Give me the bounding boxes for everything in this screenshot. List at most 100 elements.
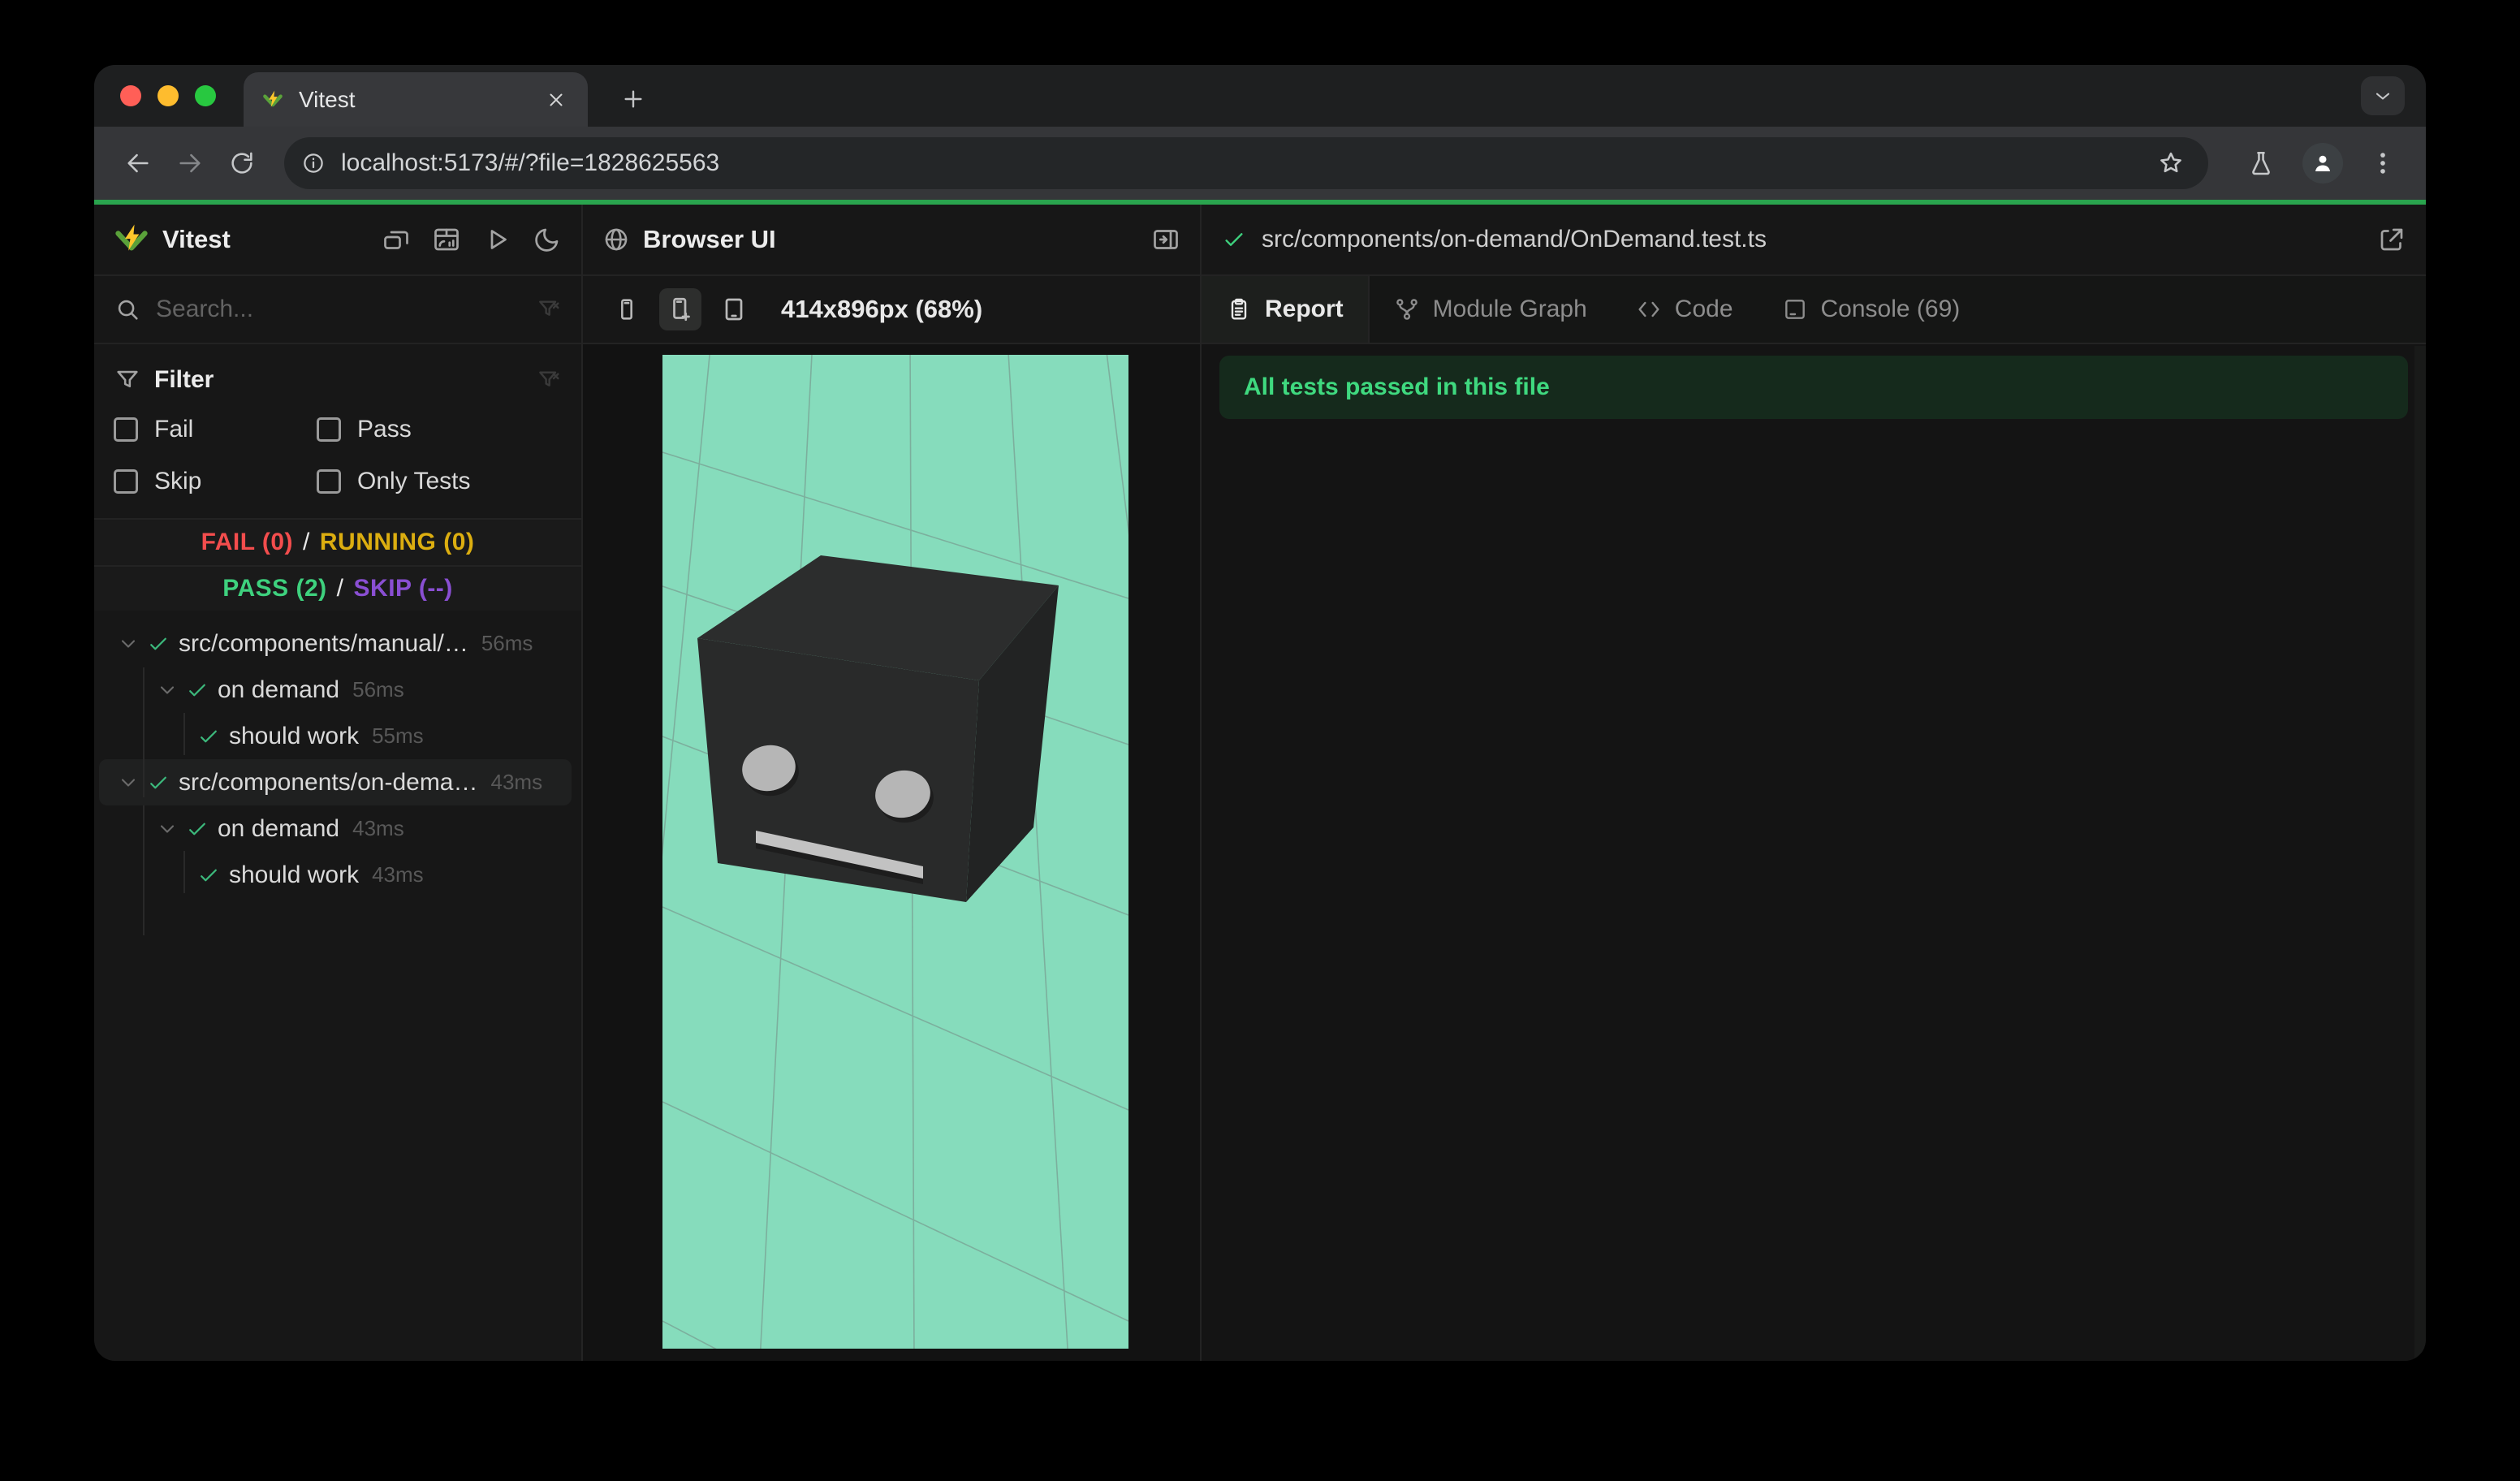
clear-search-filter-icon[interactable]: [536, 296, 562, 322]
tab-label: Module Graph: [1432, 296, 1587, 322]
test-duration: 43ms: [372, 862, 424, 887]
search-row[interactable]: Search...: [94, 276, 581, 344]
checkbox-label: Pass: [357, 416, 412, 443]
new-tab-button[interactable]: [611, 76, 656, 122]
tab-label: Code: [1674, 296, 1733, 322]
test-duration: 43ms: [352, 816, 404, 840]
file-pass-check-icon: [1221, 227, 1247, 253]
tab-console[interactable]: Console (69): [1758, 276, 1985, 343]
checkbox[interactable]: [317, 417, 341, 442]
all-tests-passed-banner: All tests passed in this file: [1219, 356, 2408, 419]
chevron-down-icon[interactable]: [153, 679, 182, 702]
robot-head-cube: [697, 555, 1059, 902]
checkbox-label: Skip: [154, 468, 202, 494]
funnel-icon: [114, 366, 141, 394]
tree-test-row[interactable]: should work 43ms: [99, 852, 572, 898]
tab-strip: Vitest: [94, 65, 2426, 127]
console-icon: [1782, 296, 1808, 322]
back-icon[interactable]: [115, 140, 161, 186]
chevron-down-icon[interactable]: [114, 633, 143, 655]
vitest-logo: [114, 222, 149, 257]
browser-menu-kebab-icon[interactable]: [2361, 141, 2405, 185]
pass-check-icon: [193, 863, 224, 887]
tab-code[interactable]: Code: [1612, 276, 1758, 343]
filter-checkbox-pass[interactable]: Pass: [317, 409, 562, 450]
chevron-down-icon[interactable]: [153, 818, 182, 840]
dashboard-windows-icon[interactable]: [382, 225, 411, 254]
running-count: RUNNING (0): [319, 529, 475, 555]
test-duration: 56ms: [481, 631, 533, 655]
filter-block: Filter Fail Pass Skip Only Tests: [94, 344, 581, 520]
checkbox[interactable]: [114, 417, 138, 442]
test-label: src/components/manual/…: [179, 629, 468, 657]
tree-file-row[interactable]: src/components/manual/… 56ms: [99, 620, 572, 667]
preview-viewport: [662, 355, 1128, 1349]
file-header: src/components/on-demand/OnDemand.test.t…: [1202, 205, 2426, 276]
tablet-device-button[interactable]: [713, 288, 755, 330]
device-toolbar: 414x896px (68%): [583, 276, 1200, 344]
url-text: localhost:5173/#/?file=1828625563: [341, 149, 720, 176]
indent-guide: [143, 805, 145, 935]
small-phone-device-button[interactable]: [606, 288, 648, 330]
experiments-flask-icon[interactable]: [2239, 141, 2283, 185]
close-window-button[interactable]: [120, 85, 141, 106]
test-label: on demand: [218, 676, 340, 703]
dock-panel-right-icon[interactable]: [1151, 225, 1180, 254]
pass-check-icon: [143, 771, 174, 795]
checkbox[interactable]: [114, 469, 138, 494]
clear-filters-icon[interactable]: [536, 367, 562, 393]
zoom-window-button[interactable]: [195, 85, 216, 106]
tab-module-graph[interactable]: Module Graph: [1370, 276, 1612, 343]
filter-checkbox-fail[interactable]: Fail: [114, 409, 317, 450]
tree-test-row[interactable]: should work 55ms: [99, 713, 572, 759]
dark-mode-moon-icon[interactable]: [533, 225, 562, 254]
tree-suite-row[interactable]: on demand 43ms: [99, 805, 572, 852]
tab-close-icon[interactable]: [542, 86, 570, 114]
forward-icon[interactable]: [167, 140, 213, 186]
test-label: on demand: [218, 814, 340, 842]
site-info-icon[interactable]: [294, 144, 333, 183]
open-external-icon[interactable]: [2377, 225, 2406, 254]
browser-tab[interactable]: Vitest: [244, 72, 588, 127]
run-all-play-icon[interactable]: [482, 225, 511, 254]
tab-label: Console (69): [1820, 296, 1961, 322]
clipboard-icon: [1226, 296, 1252, 322]
chevron-down-icon[interactable]: [114, 771, 143, 794]
status-row-pass-skip[interactable]: PASS (2) / SKIP (--): [94, 565, 581, 611]
url-bar[interactable]: localhost:5173/#/?file=1828625563: [284, 137, 2208, 189]
tab-search-chevron-button[interactable]: [2361, 76, 2405, 115]
reload-icon[interactable]: [219, 140, 265, 186]
filter-title: Filter: [154, 366, 214, 393]
browser-ui-title: Browser UI: [643, 225, 776, 253]
profile-avatar[interactable]: [2302, 143, 2343, 184]
filter-checkbox-only-tests[interactable]: Only Tests: [317, 461, 562, 502]
sidebar: Vitest Search... Filter Fail Pass Skip O…: [94, 205, 583, 1361]
pass-check-icon: [182, 817, 213, 841]
status-row-fail-running[interactable]: FAIL (0) / RUNNING (0): [94, 520, 581, 565]
filter-checkbox-skip[interactable]: Skip: [114, 461, 317, 502]
status-separator: /: [336, 575, 344, 602]
test-label: should work: [229, 722, 360, 749]
browser-ui-header: Browser UI: [583, 205, 1200, 276]
large-phone-device-button[interactable]: [659, 288, 701, 330]
tree-suite-row[interactable]: on demand 56ms: [99, 667, 572, 713]
report-panel: src/components/on-demand/OnDemand.test.t…: [1202, 205, 2426, 1361]
browser-toolbar: localhost:5173/#/?file=1828625563: [94, 127, 2426, 200]
skip-count: SKIP (--): [353, 575, 453, 602]
checkbox[interactable]: [317, 469, 341, 494]
search-icon: [114, 296, 141, 323]
test-label: should work: [229, 861, 360, 888]
pass-check-icon: [193, 724, 224, 749]
browser-ui-panel: Browser UI 414x896px (68%): [583, 205, 1202, 1361]
search-input[interactable]: Search...: [156, 296, 536, 323]
bookmark-star-icon[interactable]: [2153, 145, 2189, 181]
tree-file-row-selected[interactable]: src/components/on-dema… 43ms: [99, 759, 572, 805]
app-title: Vitest: [162, 225, 231, 253]
test-duration: 55ms: [372, 723, 424, 748]
test-tree: src/components/manual/… 56ms on demand 5…: [94, 611, 581, 1361]
traffic-lights: [120, 65, 216, 127]
report-layout-icon[interactable]: [432, 225, 461, 254]
minimize-window-button[interactable]: [158, 85, 179, 106]
scrollbar-gutter[interactable]: [2414, 346, 2426, 1361]
tab-report[interactable]: Report: [1202, 276, 1370, 343]
